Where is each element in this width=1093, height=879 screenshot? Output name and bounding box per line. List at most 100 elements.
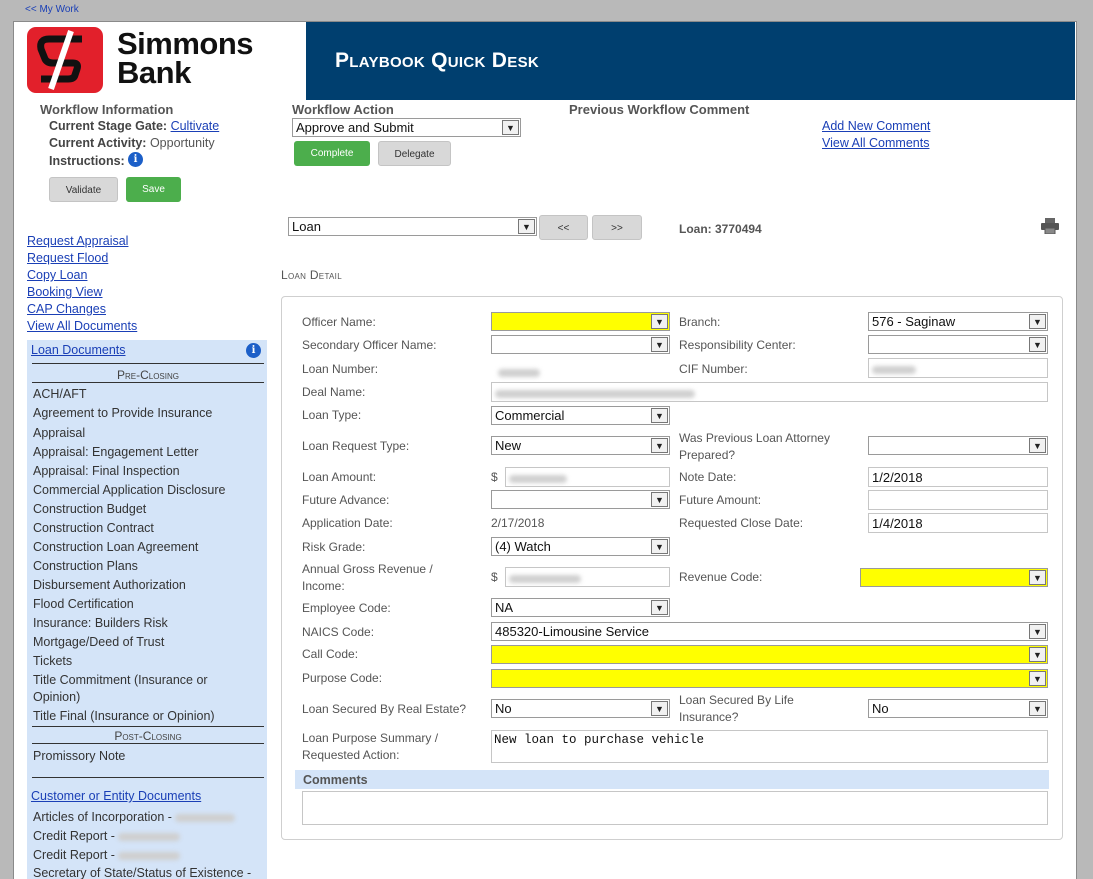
- doc-item[interactable]: Insurance: Builders Risk: [33, 616, 168, 630]
- request-flood-link[interactable]: Request Flood: [27, 251, 108, 265]
- doc-item-label: Credit Report -: [33, 848, 115, 862]
- copy-loan-link[interactable]: Copy Loan: [27, 268, 87, 282]
- responsibility-center-select[interactable]: ▼: [868, 335, 1048, 354]
- loan-type-label: Loan Type:: [302, 408, 362, 422]
- next-loan-button[interactable]: >>: [592, 215, 642, 240]
- loan-summary-textarea[interactable]: New loan to purchase vehicle: [491, 730, 1048, 763]
- doc-item[interactable]: Construction Plans: [33, 559, 138, 573]
- application-date-value: 2/17/2018: [491, 516, 545, 530]
- life-insurance-select[interactable]: No ▼: [868, 699, 1048, 718]
- doc-item[interactable]: Opinion): [33, 690, 80, 704]
- loan-type-select[interactable]: Commercial ▼: [491, 406, 670, 425]
- loan-documents-info-icon[interactable]: i: [246, 343, 261, 358]
- prev-loan-button[interactable]: <<: [539, 215, 588, 240]
- doc-item-credit-report[interactable]: Credit Report -: [33, 848, 181, 862]
- chevron-down-icon: ▼: [1029, 647, 1046, 662]
- employee-code-select[interactable]: NA ▼: [491, 598, 670, 617]
- loan-amount-input[interactable]: [505, 467, 670, 487]
- doc-item[interactable]: Agreement to Provide Insurance: [33, 406, 212, 420]
- doc-item-promissory-note[interactable]: Promissory Note: [33, 749, 125, 763]
- dollar-s-logo-icon: [37, 30, 82, 90]
- revenue-currency: $: [491, 570, 498, 584]
- future-advance-select[interactable]: ▼: [491, 490, 670, 509]
- doc-item-credit-report[interactable]: Credit Report -: [33, 829, 181, 843]
- note-date-input[interactable]: 1/2/2018: [868, 467, 1048, 487]
- chevron-down-icon: ▼: [1029, 337, 1046, 352]
- bank-name: Simmons Bank: [117, 28, 254, 88]
- doc-item[interactable]: Appraisal: Engagement Letter: [33, 445, 198, 459]
- entity-documents-link[interactable]: Customer or Entity Documents: [31, 789, 201, 803]
- divider: [32, 726, 264, 727]
- loan-documents-link[interactable]: Loan Documents: [31, 343, 126, 357]
- future-advance-label: Future Advance:: [302, 493, 390, 507]
- note-date-label: Note Date:: [679, 470, 737, 484]
- chevron-down-icon: ▼: [651, 337, 668, 352]
- future-amount-input[interactable]: [868, 490, 1048, 510]
- doc-item[interactable]: Title Final (Insurance or Opinion): [33, 709, 215, 723]
- doc-item-label: Credit Report -: [33, 829, 115, 843]
- view-all-documents-link[interactable]: View All Documents: [27, 319, 137, 333]
- post-closing-header: Post-Closing: [32, 729, 264, 744]
- revenue-input[interactable]: [505, 567, 670, 587]
- requested-close-input[interactable]: 1/4/2018: [868, 513, 1048, 533]
- chevron-down-icon: ▼: [502, 120, 519, 135]
- prev-attorney-select[interactable]: ▼: [868, 436, 1048, 455]
- loan-request-type-select[interactable]: New ▼: [491, 436, 670, 455]
- real-estate-select[interactable]: No ▼: [491, 699, 670, 718]
- validate-button[interactable]: Validate: [49, 177, 118, 202]
- doc-item[interactable]: Disbursement Authorization: [33, 578, 186, 592]
- redacted-text: [498, 368, 540, 377]
- instructions-info-icon[interactable]: i: [128, 152, 143, 167]
- view-comments-link[interactable]: View All Comments: [822, 136, 929, 150]
- doc-item[interactable]: ACH/AFT: [33, 387, 86, 401]
- doc-item[interactable]: Mortgage/Deed of Trust: [33, 635, 164, 649]
- comments-textarea[interactable]: [302, 791, 1048, 825]
- doc-item[interactable]: Title Commitment (Insurance or: [33, 673, 208, 687]
- redacted-text: [509, 574, 581, 583]
- complete-button[interactable]: Complete: [294, 141, 370, 166]
- request-appraisal-link[interactable]: Request Appraisal: [27, 234, 128, 248]
- call-code-select[interactable]: ▼: [491, 645, 1048, 664]
- doc-item-secretary-of-state[interactable]: Secretary of State/Status of Existence -: [33, 866, 251, 879]
- add-comment-link[interactable]: Add New Comment: [822, 119, 930, 133]
- risk-grade-value: (4) Watch: [495, 539, 551, 554]
- chevron-down-icon: ▼: [651, 701, 668, 716]
- secondary-officer-select[interactable]: ▼: [491, 335, 670, 354]
- deal-name-input[interactable]: [491, 382, 1048, 402]
- branch-select[interactable]: 576 - Saginaw ▼: [868, 312, 1048, 331]
- doc-item[interactable]: Flood Certification: [33, 597, 134, 611]
- doc-item[interactable]: Appraisal: [33, 426, 85, 440]
- divider: [32, 363, 264, 364]
- doc-item[interactable]: Appraisal: Final Inspection: [33, 464, 180, 478]
- previous-comment-heading: Previous Workflow Comment: [569, 102, 750, 117]
- doc-item[interactable]: Tickets: [33, 654, 72, 668]
- booking-view-link[interactable]: Booking View: [27, 285, 103, 299]
- doc-item-articles[interactable]: Articles of Incorporation -: [33, 810, 236, 824]
- redacted-text: [118, 851, 181, 860]
- cif-number-input[interactable]: [868, 358, 1048, 378]
- my-work-link[interactable]: << My Work: [25, 4, 79, 15]
- doc-item[interactable]: Commercial Application Disclosure: [33, 483, 225, 497]
- loan-request-type-label: Loan Request Type:: [302, 439, 410, 453]
- risk-grade-select[interactable]: (4) Watch ▼: [491, 537, 670, 556]
- stage-gate-link[interactable]: Cultivate: [171, 119, 220, 133]
- redacted-text: [495, 389, 695, 398]
- chevron-down-icon: ▼: [651, 600, 668, 615]
- employee-code-label: Employee Code:: [302, 601, 391, 615]
- employee-code-value: NA: [495, 600, 514, 615]
- doc-item[interactable]: Construction Contract: [33, 521, 154, 535]
- cap-changes-link[interactable]: CAP Changes: [27, 302, 106, 316]
- divider: [32, 777, 264, 778]
- doc-item[interactable]: Construction Budget: [33, 502, 146, 516]
- naics-code-select[interactable]: 485320-Limousine Service ▼: [491, 622, 1048, 641]
- print-icon[interactable]: [1041, 218, 1059, 237]
- workflow-action-select[interactable]: Approve and Submit ▼: [292, 118, 521, 137]
- redacted-text: [509, 474, 567, 483]
- save-button[interactable]: Save: [126, 177, 181, 202]
- purpose-code-select[interactable]: ▼: [491, 669, 1048, 688]
- loan-section-select[interactable]: Loan ▼: [288, 217, 537, 236]
- revenue-code-select[interactable]: ▼: [860, 568, 1048, 587]
- doc-item[interactable]: Construction Loan Agreement: [33, 540, 198, 554]
- officer-name-select[interactable]: ▼: [491, 312, 670, 331]
- delegate-button[interactable]: Delegate: [378, 141, 451, 166]
